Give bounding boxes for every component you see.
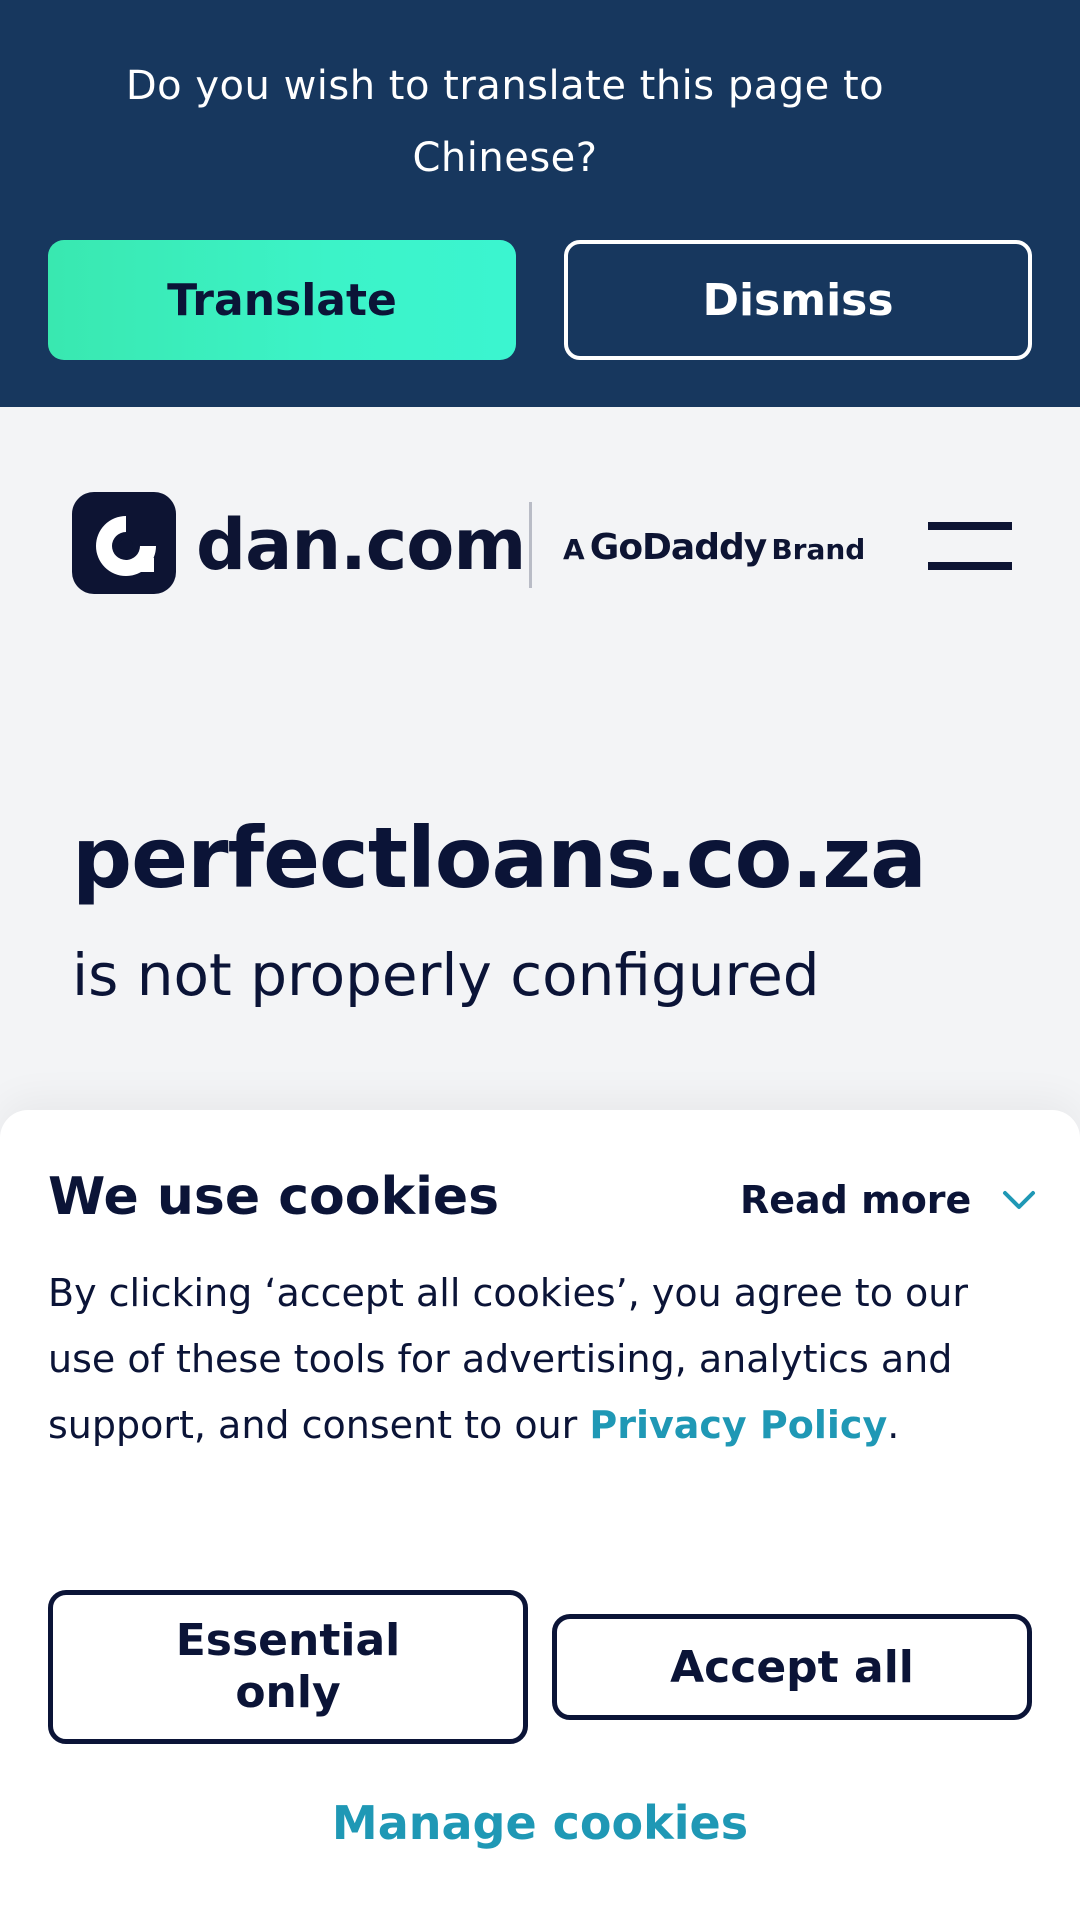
dan-logo-icon[interactable] <box>72 492 176 594</box>
hamburger-menu-icon[interactable] <box>928 518 1012 574</box>
godaddy-brand-tag: A GoDaddy Brand <box>563 528 865 574</box>
brand-suffix: Brand <box>771 533 866 566</box>
accept-all-button[interactable]: Accept all <box>552 1614 1032 1720</box>
translate-banner: Do you wish to translate this page to Ch… <box>0 0 1080 407</box>
logo-divider <box>529 502 532 588</box>
read-more-toggle[interactable]: Read more <box>740 1170 1037 1230</box>
domain-title: perfectloans.co.za <box>72 809 927 907</box>
hamburger-line <box>928 562 1012 570</box>
manage-cookies-link[interactable]: Manage cookies <box>0 1788 1080 1858</box>
cookie-body-end: . <box>887 1403 900 1447</box>
read-more-label: Read more <box>740 1178 972 1222</box>
cookie-consent-sheet: We use cookies Read more By clicking ‘ac… <box>0 1110 1080 1920</box>
chevron-down-icon <box>1003 1191 1036 1209</box>
logo-wordmark[interactable]: dan.com <box>196 500 526 590</box>
cookie-title: We use cookies <box>48 1167 500 1227</box>
translate-prompt: Do you wish to translate this page to Ch… <box>125 63 885 181</box>
dismiss-button[interactable]: Dismiss <box>564 240 1032 360</box>
hamburger-line <box>928 522 1012 530</box>
privacy-policy-link[interactable]: Privacy Policy <box>589 1403 887 1447</box>
cookie-description: By clicking ‘accept all cookies’, you ag… <box>48 1260 1038 1458</box>
domain-status: is not properly configured <box>72 941 820 1009</box>
brand-prefix: A <box>563 533 585 566</box>
translate-button[interactable]: Translate <box>48 240 516 360</box>
essential-only-button[interactable]: Essential only <box>48 1590 528 1744</box>
brand-name: GoDaddy <box>589 527 767 568</box>
